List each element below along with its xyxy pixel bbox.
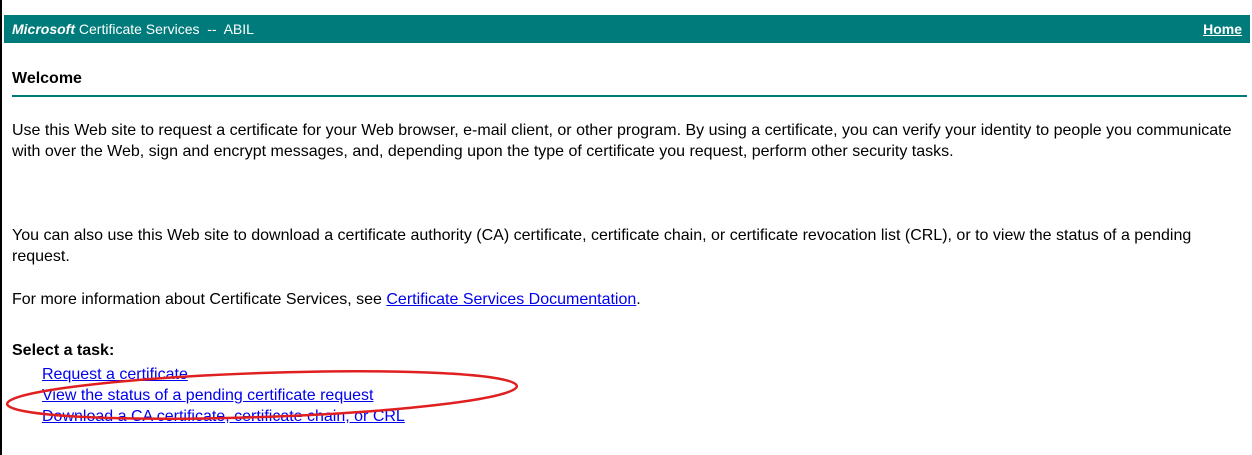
task-item: Request a certificate	[42, 364, 405, 385]
task-item: Download a CA certificate, certificate c…	[42, 406, 405, 427]
task-item: View the status of a pending certificate…	[42, 385, 405, 406]
select-task-heading: Select a task:	[12, 342, 115, 359]
task-list: Request a certificate View the status of…	[42, 364, 405, 427]
documentation-link[interactable]: Certificate Services Documentation	[386, 291, 636, 308]
more-info-text: For more information about Certificate S…	[12, 291, 387, 308]
header-title: Microsoft Certificate Services -- ABIL	[12, 21, 254, 37]
home-link[interactable]: Home	[1203, 21, 1242, 37]
download-ca-certificate-link[interactable]: Download a CA certificate, certificate c…	[42, 408, 405, 425]
welcome-divider	[12, 95, 1247, 97]
brand-name: Microsoft	[12, 21, 75, 37]
intro-paragraph: Use this Web site to request a certifica…	[12, 122, 1232, 160]
download-paragraph: You can also use this Web site to downlo…	[12, 227, 1192, 265]
header-banner: Microsoft Certificate Services -- ABIL H…	[4, 15, 1250, 43]
more-info-paragraph: For more information about Certificate S…	[12, 289, 1247, 310]
page: Microsoft Certificate Services -- ABIL H…	[0, 0, 1252, 455]
view-pending-request-link[interactable]: View the status of a pending certificate…	[42, 387, 373, 404]
welcome-heading: Welcome	[12, 70, 82, 87]
request-certificate-link[interactable]: Request a certificate	[42, 366, 188, 383]
more-info-period: .	[636, 291, 641, 308]
site-title: Certificate Services -- ABIL	[78, 21, 254, 37]
